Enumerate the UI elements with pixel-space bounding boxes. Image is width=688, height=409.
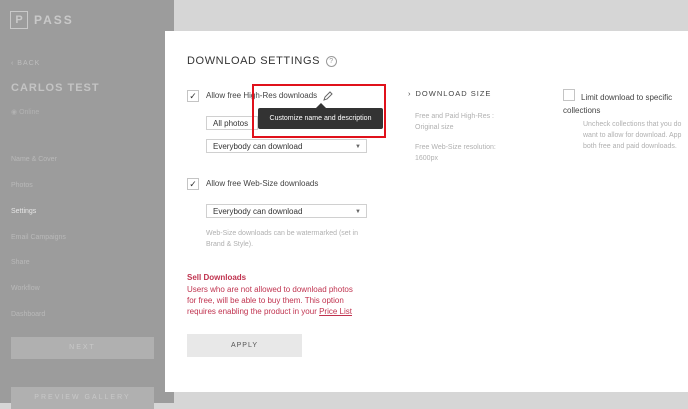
- photos-select[interactable]: All photos: [206, 116, 258, 130]
- highres-permission-value: Everybody can download: [213, 142, 303, 151]
- logo: P PASS: [10, 11, 74, 29]
- download-size-line1: Free and Paid High-Res :: [415, 113, 494, 120]
- websize-hint: Web-Size downloads can be watermarked (s…: [206, 228, 358, 250]
- limit-hint-line1: Uncheck collections that you do: [583, 121, 682, 128]
- back-link[interactable]: ‹ BACK: [11, 60, 40, 67]
- chevron-down-icon: ▼: [355, 144, 361, 150]
- status-indicator: ◉ Online: [11, 108, 39, 116]
- chevron-down-icon: ▼: [355, 209, 361, 215]
- sidebar-item-dashboard[interactable]: Dashboard: [11, 311, 45, 318]
- websize-hint-line2: Brand & Style).: [206, 241, 254, 248]
- sidebar: P PASS ‹ BACK CARLOS TEST ◉ Online Name …: [0, 0, 174, 409]
- panel-title: DOWNLOAD SETTINGS ?: [187, 55, 338, 67]
- sell-downloads-title: Sell Downloads: [187, 273, 247, 282]
- limit-label-line1: Limit download to specific: [581, 93, 673, 102]
- websize-checkbox[interactable]: ✓: [187, 178, 199, 190]
- status-label: Online: [19, 109, 40, 116]
- websize-label: Allow free Web-Size downloads: [206, 179, 319, 188]
- sidebar-item-name-cover[interactable]: Name & Cover: [11, 156, 57, 163]
- sidebar-item-settings[interactable]: Settings: [11, 208, 36, 215]
- chevron-right-icon: ›: [408, 89, 412, 98]
- websize-permission-value: Everybody can download: [213, 207, 303, 216]
- apply-button[interactable]: APPLY: [187, 334, 302, 357]
- download-settings-panel: DOWNLOAD SETTINGS ? ✓ Allow free High-Re…: [165, 31, 688, 392]
- sidebar-item-share[interactable]: Share: [11, 259, 30, 266]
- download-size-heading: › DOWNLOAD SIZE: [408, 89, 491, 98]
- limit-hint-line3: both free and paid downloads.: [583, 143, 677, 150]
- highlight-box: [252, 84, 386, 138]
- websize-permission-select[interactable]: Everybody can download ▼: [206, 204, 367, 218]
- price-list-link[interactable]: Price List: [319, 307, 352, 316]
- client-name: CARLOS TEST: [11, 82, 100, 94]
- websize-hint-line1: Web-Size downloads can be watermarked (s…: [206, 230, 359, 237]
- download-size-line2: Original size: [415, 124, 454, 131]
- back-label: BACK: [17, 60, 41, 67]
- panel-title-text: DOWNLOAD SETTINGS: [187, 55, 321, 67]
- status-icon: ◉: [11, 109, 18, 116]
- download-size-line4: 1600px: [415, 155, 438, 162]
- logo-text: PASS: [34, 13, 74, 27]
- limit-collections-hint: Uncheck collections that you do want to …: [583, 119, 681, 152]
- logo-mark: P: [10, 11, 28, 29]
- download-size-line3: Free Web-Size resolution:: [415, 144, 496, 151]
- limit-hint-line2: want to allow for download. App: [583, 132, 682, 139]
- sidebar-item-workflow[interactable]: Workflow: [11, 285, 40, 292]
- sidebar-item-photos[interactable]: Photos: [11, 182, 33, 189]
- help-icon[interactable]: ?: [326, 55, 338, 67]
- limit-label-line2: collections: [563, 106, 601, 115]
- limit-collections-label: Limit download to specific collections: [563, 91, 688, 117]
- sell-downloads-text: Users who are not allowed to download ph…: [187, 284, 357, 317]
- sidebar-item-email-campaigns[interactable]: Email Campaigns: [11, 234, 66, 241]
- preview-gallery-button[interactable]: PREVIEW GALLERY: [11, 387, 154, 409]
- highres-permission-select[interactable]: Everybody can download ▼: [206, 139, 367, 153]
- photos-select-value: All photos: [213, 119, 249, 128]
- download-size-title: DOWNLOAD SIZE: [415, 89, 492, 98]
- highres-checkbox[interactable]: ✓: [187, 90, 199, 102]
- next-button[interactable]: NEXT: [11, 337, 154, 359]
- download-size-info: Free and Paid High-Res : Original size F…: [415, 111, 496, 164]
